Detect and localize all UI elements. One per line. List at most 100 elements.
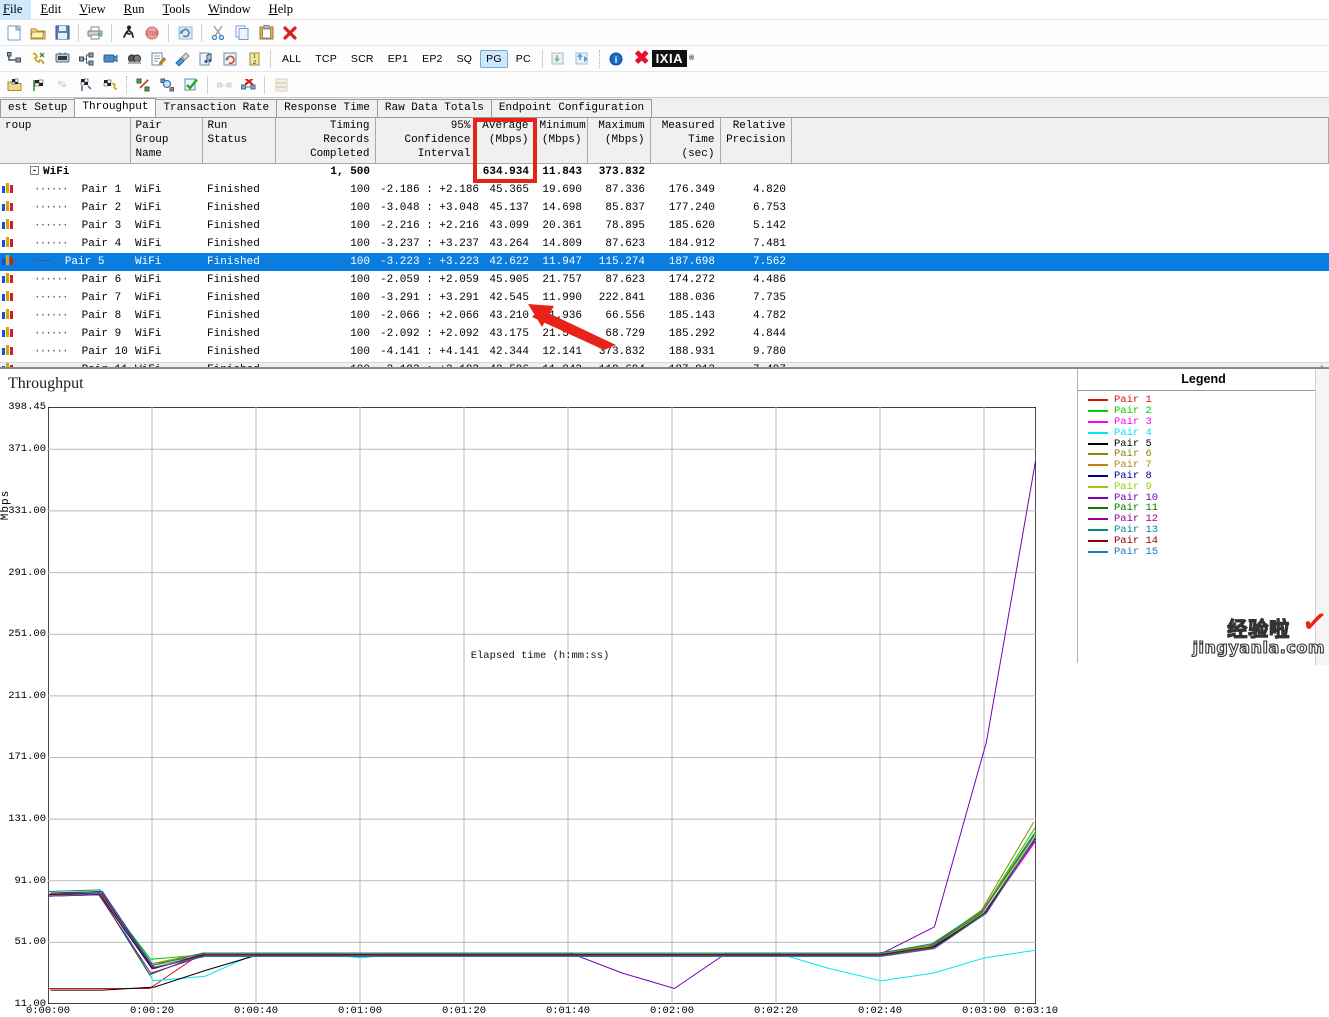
column-header-run_status[interactable]: Run Status bbox=[202, 118, 276, 165]
table-row[interactable]: ······ Pair 1 WiFi Finished 100 -2.186 : +2.1… bbox=[0, 181, 1329, 199]
script-music-icon[interactable] bbox=[195, 48, 217, 70]
pair-name-cell[interactable]: ······ Pair 10 bbox=[0, 343, 130, 361]
refresh-icon[interactable] bbox=[174, 22, 196, 44]
phone-pair-icon[interactable] bbox=[27, 48, 49, 70]
filter-button-ep1[interactable]: EP1 bbox=[382, 50, 414, 68]
order-list-icon[interactable]: 12 bbox=[243, 48, 265, 70]
table-row[interactable]: ······ Pair 8 WiFi Finished 100 -2.066 : +2.0… bbox=[0, 307, 1329, 325]
filter-button-all[interactable]: ALL bbox=[276, 50, 307, 68]
group-name-cell[interactable]: - WiFi bbox=[0, 164, 130, 182]
legend-item[interactable]: Pair 4 bbox=[1078, 427, 1329, 439]
column-header-minimum[interactable]: Minimum (Mbps) bbox=[534, 118, 588, 165]
menu-item-help[interactable]: Help bbox=[260, 0, 302, 19]
tab-transaction-rate[interactable]: Transaction Rate bbox=[155, 99, 278, 117]
script-paint-icon[interactable] bbox=[171, 48, 193, 70]
paste-icon[interactable] bbox=[255, 22, 277, 44]
save-icon[interactable] bbox=[51, 22, 73, 44]
menu-item-view[interactable]: View bbox=[70, 0, 114, 19]
pair-name-cell[interactable]: ······ Pair 3 bbox=[0, 217, 130, 235]
new-document-icon[interactable] bbox=[3, 22, 25, 44]
import-icon[interactable] bbox=[548, 48, 570, 70]
filter-button-scr[interactable]: SCR bbox=[345, 50, 380, 68]
group-collapse-toggle[interactable]: - bbox=[30, 166, 39, 176]
table-row[interactable]: ······ Pair 4 WiFi Finished 100 -3.237 : +3.2… bbox=[0, 235, 1329, 253]
filter-button-pc[interactable]: PC bbox=[510, 50, 537, 68]
link-pairs-icon[interactable] bbox=[213, 74, 235, 96]
network-node-icon[interactable] bbox=[75, 48, 97, 70]
endpoint-icon[interactable] bbox=[51, 48, 73, 70]
menu-item-run[interactable]: Run bbox=[115, 0, 154, 19]
legend-item[interactable]: Pair 8 bbox=[1078, 470, 1329, 482]
column-header-timing_records[interactable]: Timing Records Completed bbox=[275, 118, 376, 165]
stack-icon[interactable] bbox=[270, 74, 292, 96]
tab-response-time[interactable]: Response Time bbox=[276, 99, 378, 117]
filter-button-sq[interactable]: SQ bbox=[451, 50, 479, 68]
table-row[interactable]: ······ Pair 6 WiFi Finished 100 -2.059 : +2.0… bbox=[0, 271, 1329, 289]
legend-item[interactable]: Pair 1 bbox=[1078, 394, 1329, 406]
legend-item[interactable]: Pair 9 bbox=[1078, 481, 1329, 493]
pair-name-cell[interactable]: ······ Pair 1 bbox=[0, 181, 130, 199]
filter-button-tcp[interactable]: TCP bbox=[309, 50, 343, 68]
copy-icon[interactable] bbox=[231, 22, 253, 44]
pair-name-cell[interactable]: ······ Pair 4 bbox=[0, 235, 130, 253]
checkered-flag-folder-icon[interactable] bbox=[3, 74, 25, 96]
pair-name-cell[interactable]: ······ Pair 7 bbox=[0, 289, 130, 307]
camera-endpoint-icon[interactable] bbox=[99, 48, 121, 70]
table-group-row[interactable]: - WiFi 1, 500 634.934 11.843 373.832 bbox=[0, 164, 1329, 182]
video-endpoint-icon[interactable] bbox=[123, 48, 145, 70]
pair-name-cell[interactable]: ······ Pair 2 bbox=[0, 199, 130, 217]
delete-icon[interactable] bbox=[279, 22, 301, 44]
table-row[interactable]: ······ Pair 9 WiFi Finished 100 -2.092 : +2.0… bbox=[0, 325, 1329, 343]
info-icon[interactable]: i bbox=[605, 48, 627, 70]
connection-icon[interactable] bbox=[3, 48, 25, 70]
tab-raw-data-totals[interactable]: Raw Data Totals bbox=[376, 99, 492, 117]
filter-button-ep2[interactable]: EP2 bbox=[416, 50, 448, 68]
print-icon[interactable] bbox=[84, 22, 106, 44]
export-icon[interactable] bbox=[572, 48, 594, 70]
checkered-flag-phone-icon[interactable] bbox=[99, 74, 121, 96]
legend-item[interactable]: Pair 15 bbox=[1078, 546, 1329, 558]
checkered-flag-pin-icon[interactable] bbox=[27, 74, 49, 96]
run-icon[interactable] bbox=[117, 22, 139, 44]
script-sync-icon[interactable] bbox=[219, 48, 241, 70]
menu-item-window[interactable]: Window bbox=[199, 0, 260, 19]
checkered-flag-group-icon[interactable] bbox=[75, 74, 97, 96]
column-header-maximum[interactable]: Maximum (Mbps) bbox=[587, 118, 651, 165]
legend-item[interactable]: Pair 6 bbox=[1078, 448, 1329, 460]
open-folder-icon[interactable] bbox=[27, 22, 49, 44]
column-header-average[interactable]: Average (Mbps) bbox=[476, 118, 535, 165]
legend-item[interactable]: Pair 5 bbox=[1078, 438, 1329, 450]
table-row[interactable]: ······ Pair 7 WiFi Finished 100 -3.291 : +3.2… bbox=[0, 289, 1329, 307]
tab-throughput[interactable]: Throughput bbox=[74, 98, 157, 117]
tab-est-setup[interactable]: est Setup bbox=[0, 99, 76, 117]
legend-item[interactable]: Pair 3 bbox=[1078, 416, 1329, 428]
tab-endpoint-configuration[interactable]: Endpoint Configuration bbox=[490, 99, 653, 117]
legend-vertical-scrollbar[interactable] bbox=[1315, 369, 1329, 665]
table-row[interactable]: ······ Pair 3 WiFi Finished 100 -2.216 : +2.2… bbox=[0, 217, 1329, 235]
menu-item-edit[interactable]: Edit bbox=[31, 0, 70, 19]
legend-item[interactable]: Pair 2 bbox=[1078, 405, 1329, 417]
column-header-group[interactable]: roup bbox=[0, 118, 131, 165]
filter-button-pg[interactable]: PG bbox=[480, 49, 508, 68]
checkered-flag-dim-icon[interactable] bbox=[51, 74, 73, 96]
menu-item-tools[interactable]: Tools bbox=[153, 0, 199, 19]
pair-name-cell[interactable]: ······ Pair 8 bbox=[0, 307, 130, 325]
column-header-pair_group_name[interactable]: Pair Group Name bbox=[130, 118, 203, 165]
legend-item[interactable]: Pair 14 bbox=[1078, 535, 1329, 547]
menu-item-file[interactable]: File bbox=[0, 0, 32, 19]
legend-item[interactable]: Pair 7 bbox=[1078, 459, 1329, 471]
stop-icon[interactable]: STOP bbox=[141, 22, 163, 44]
legend-item[interactable]: Pair 12 bbox=[1078, 513, 1329, 525]
column-header-relative_precision[interactable]: Relative Precision bbox=[720, 118, 792, 165]
cut-icon[interactable] bbox=[207, 22, 229, 44]
column-header-confidence[interactable]: 95% Confidence Interval bbox=[375, 118, 477, 165]
run-test-icon[interactable] bbox=[132, 74, 154, 96]
validate-icon[interactable] bbox=[180, 74, 202, 96]
unlink-pairs-icon[interactable] bbox=[237, 74, 259, 96]
column-header-measured_time[interactable]: Measured Time (sec) bbox=[650, 118, 721, 165]
table-row[interactable]: ······ Pair 2 WiFi Finished 100 -3.048 : +3.0… bbox=[0, 199, 1329, 217]
table-row[interactable]: ─── Pair 5 WiFi Finished 100 -3.223 : +3.223 4… bbox=[0, 253, 1329, 272]
legend-item[interactable]: Pair 13 bbox=[1078, 524, 1329, 536]
pair-name-cell[interactable]: ······ Pair 6 bbox=[0, 271, 130, 289]
legend-item[interactable]: Pair 10 bbox=[1078, 492, 1329, 504]
